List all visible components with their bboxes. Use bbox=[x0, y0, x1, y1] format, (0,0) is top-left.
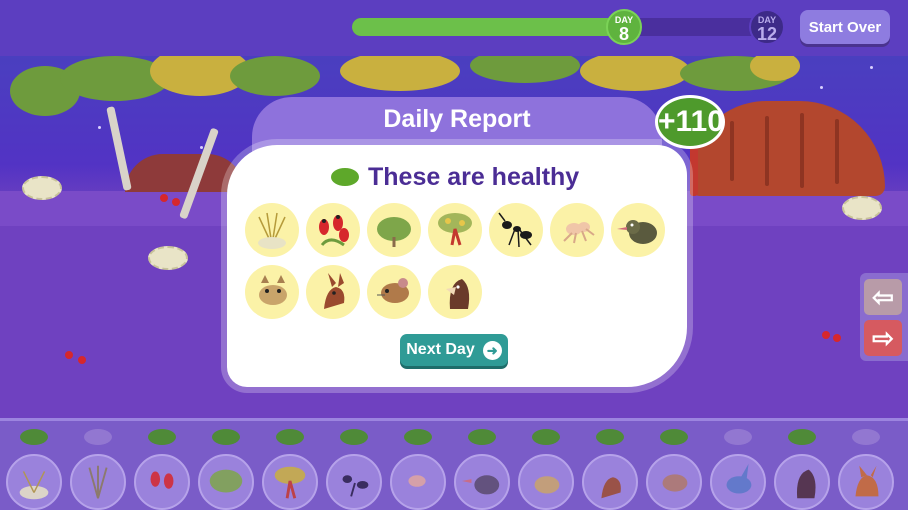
scene-nav-panel: ⇦ ⇨ bbox=[860, 273, 908, 361]
status-pill bbox=[20, 429, 48, 445]
desert-pea-flower bbox=[172, 198, 180, 206]
arrow-right-icon: ➜ bbox=[482, 340, 502, 360]
status-pill bbox=[148, 429, 176, 445]
desert-pea-flower bbox=[78, 356, 86, 364]
start-over-button[interactable]: Start Over bbox=[800, 10, 890, 44]
tray-spider-icon[interactable] bbox=[390, 454, 446, 510]
total-day-badge: DAY 12 bbox=[749, 9, 785, 45]
grass-tussock-icon bbox=[245, 203, 299, 257]
scroll-right-button[interactable]: ⇨ bbox=[864, 320, 902, 356]
day-progress-bar bbox=[352, 18, 762, 36]
star bbox=[870, 66, 873, 69]
tree-foliage bbox=[580, 56, 690, 91]
status-pill bbox=[596, 429, 624, 445]
tray-bilby-icon[interactable] bbox=[710, 454, 766, 510]
desert-pea-flower bbox=[65, 351, 73, 359]
status-pill bbox=[468, 429, 496, 445]
scroll-left-button[interactable]: ⇦ bbox=[864, 279, 902, 315]
status-pill bbox=[212, 429, 240, 445]
daily-report-dialog: Daily Report +110 These are healthy Next… bbox=[227, 95, 725, 387]
current-day-number: 8 bbox=[618, 24, 629, 44]
tray-ant-icon[interactable] bbox=[326, 454, 382, 510]
tray-marsupial-mouse-icon[interactable] bbox=[518, 454, 574, 510]
tray-grass-tussock-icon[interactable] bbox=[6, 454, 62, 510]
kangaroo-icon bbox=[306, 265, 360, 319]
tree-foliage bbox=[340, 56, 460, 91]
desert-pea-flower bbox=[833, 334, 841, 342]
spider-icon bbox=[550, 203, 604, 257]
hawk-icon bbox=[428, 265, 482, 319]
tray-gum-tree-icon[interactable] bbox=[262, 454, 318, 510]
saltbush-shrub-icon bbox=[367, 203, 421, 257]
next-day-button[interactable]: Next Day ➜ bbox=[400, 334, 508, 366]
star bbox=[820, 86, 823, 89]
current-day-badge: DAY 8 bbox=[606, 9, 642, 45]
healthy-heading-text: These are healthy bbox=[368, 162, 580, 191]
status-pill bbox=[660, 429, 688, 445]
species-tray bbox=[0, 418, 908, 510]
bird-icon bbox=[611, 203, 665, 257]
spinifex-bush bbox=[148, 246, 188, 270]
desert-pea-flower bbox=[160, 194, 168, 202]
dialog-title: Daily Report bbox=[383, 105, 531, 133]
tray-kangaroo-icon[interactable] bbox=[582, 454, 638, 510]
score-badge: +110 bbox=[655, 95, 725, 149]
desert-pea-flower bbox=[822, 331, 830, 339]
status-pill bbox=[724, 429, 752, 445]
healthy-heading: These are healthy bbox=[331, 162, 579, 192]
status-pill bbox=[852, 429, 880, 445]
status-pill bbox=[532, 429, 560, 445]
tree-foliage bbox=[470, 56, 580, 83]
tree-foliage bbox=[230, 56, 320, 96]
tray-hawk-icon[interactable] bbox=[774, 454, 830, 510]
spinifex-bush bbox=[842, 196, 882, 220]
status-pill bbox=[84, 429, 112, 445]
tray-hopping-mouse-icon[interactable] bbox=[646, 454, 702, 510]
status-pill bbox=[340, 429, 368, 445]
spinifex-bush bbox=[22, 176, 62, 200]
next-day-label: Next Day bbox=[406, 341, 475, 358]
ant-icon bbox=[489, 203, 543, 257]
total-day-number: 12 bbox=[756, 24, 778, 44]
tree-trunk bbox=[106, 106, 132, 191]
day-progress-fill bbox=[352, 18, 626, 36]
status-pill bbox=[276, 429, 304, 445]
gum-tree-icon bbox=[428, 203, 482, 257]
status-pill bbox=[788, 429, 816, 445]
tree-foliage bbox=[750, 56, 800, 81]
marsupial-mouse-icon bbox=[245, 265, 299, 319]
star bbox=[98, 126, 101, 129]
healthy-status-icon bbox=[331, 168, 359, 186]
hopping-mouse-icon bbox=[367, 265, 421, 319]
tray-dry-shrub-icon[interactable] bbox=[70, 454, 126, 510]
tray-bird-icon[interactable] bbox=[454, 454, 510, 510]
desert-pea-flower-icon bbox=[306, 203, 360, 257]
top-bar: DAY 8 DAY 12 Start Over bbox=[0, 0, 908, 56]
tray-saltbush-shrub-icon[interactable] bbox=[198, 454, 254, 510]
status-pill bbox=[404, 429, 432, 445]
tray-dingo-icon[interactable] bbox=[838, 454, 894, 510]
tray-desert-pea-flower-icon[interactable] bbox=[134, 454, 190, 510]
